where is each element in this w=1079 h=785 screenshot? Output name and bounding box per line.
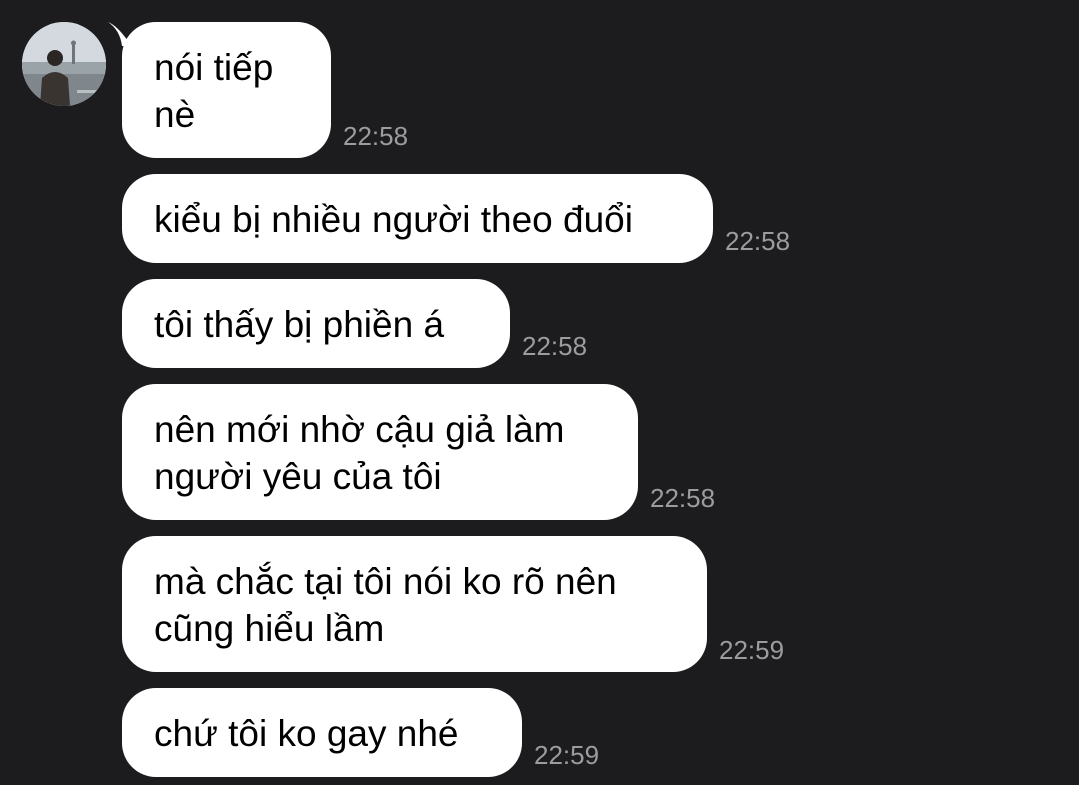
chat-thread: nói tiếp nè 22:58 kiểu bị nhiều người th… (0, 0, 1079, 785)
message-timestamp: 22:59 (534, 740, 600, 770)
message-row: mà chắc tại tôi nói ko rõ nên cũng hiểu … (122, 536, 784, 672)
message-timestamp: 22:59 (719, 635, 785, 665)
message-bubble[interactable]: tôi thấy bị phiền á (122, 279, 510, 368)
message-timestamp: 22:58 (522, 331, 588, 361)
message-bubble[interactable]: nói tiếp nè (122, 22, 331, 158)
message-row: chứ tôi ko gay nhé 22:59 (122, 688, 599, 777)
message-bubble[interactable]: nên mới nhờ cậu giả làm người yêu của tô… (122, 384, 638, 520)
message-bubble[interactable]: kiểu bị nhiều người theo đuổi (122, 174, 713, 263)
message-timestamp: 22:58 (343, 121, 409, 151)
avatar[interactable] (22, 22, 106, 106)
message-row: tôi thấy bị phiền á 22:58 (122, 279, 587, 368)
message-timestamp: 22:58 (725, 226, 791, 256)
profile-photo-icon (22, 22, 106, 106)
message-row: nên mới nhờ cậu giả làm người yêu của tô… (122, 384, 715, 520)
message-row: nói tiếp nè 22:58 (122, 22, 408, 158)
message-bubble[interactable]: chứ tôi ko gay nhé (122, 688, 522, 777)
message-row: kiểu bị nhiều người theo đuổi 22:58 (122, 174, 790, 263)
message-timestamp: 22:58 (650, 483, 716, 513)
message-bubble[interactable]: mà chắc tại tôi nói ko rõ nên cũng hiểu … (122, 536, 707, 672)
